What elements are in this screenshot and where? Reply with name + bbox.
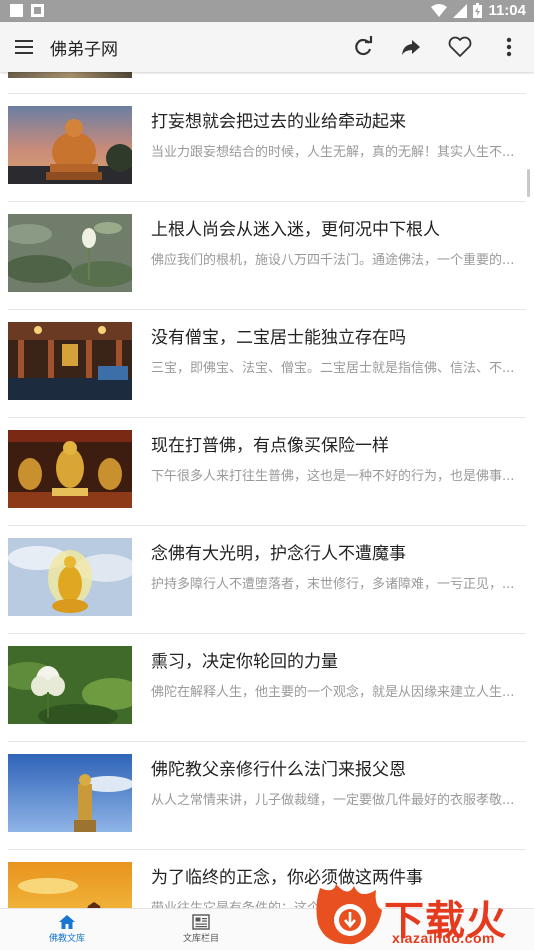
newspaper-icon [192,914,210,930]
article-item[interactable]: 熏习，决定你轮回的力量 佛陀在解释人生，他主要的一个观念，就是从因缘来建立人生.… [0,634,534,742]
watermark: 下载火 xiazaihuo.com [312,878,534,950]
wifi-icon [431,3,448,17]
article-title[interactable]: 没有僧宝，二宝居士能独立存在吗 [151,323,523,348]
status-bar: 11:04 [0,0,534,22]
article-summary: 下午很多人来打往生普佛，这也是一种不好的行为，也是佛事... [151,469,515,484]
app-title: 佛弟子网 [50,40,118,60]
article-summary: 从人之常情来讲，儿子做裁缝，一定要做几件最好的衣服孝敬... [151,793,515,808]
article-title[interactable]: 念佛有大光明，护念行人不遭魔事 [151,539,523,564]
article-thumbnail[interactable] [8,538,132,616]
nav-item-library[interactable]: 佛教文库 [2,909,132,950]
article-thumbnail[interactable] [8,322,132,400]
article-title[interactable]: 佛陀教父亲修行什么法门来报父恩 [151,755,523,780]
app-bar: 佛弟子网 [0,22,534,72]
nav-label: 佛教文库 [48,934,85,944]
article-summary: 三宝，即佛宝、法宝、僧宝。二宝居士就是指信佛、信法、不... [151,361,515,376]
article-thumbnail[interactable] [8,72,132,78]
article-title[interactable]: 熏习，决定你轮回的力量 [151,647,523,672]
more-vertical-icon[interactable] [496,34,522,60]
share-icon[interactable] [398,34,424,60]
article-title[interactable]: 上根人尚会从迷入迷，更何况中下根人 [151,215,523,240]
heart-icon[interactable] [446,34,474,60]
article-thumbnail[interactable] [8,862,132,908]
article-summary: 佛应我们的根机，施设八万四千法门。通途佛法，一个重要的... [151,253,515,268]
article-thumbnail[interactable] [8,106,132,184]
notification-icon [10,4,23,17]
article-summary: 当业力跟妄想结合的时候，人生无解，真的无解！其实人生不... [151,145,515,160]
article-item[interactable]: 念佛有大光明，护念行人不遭魔事 护持多障行人不遭堕落者，末世修行，多诸障难，一亏… [0,526,534,634]
watermark-logo-icon [316,884,382,945]
article-thumbnail[interactable] [8,214,132,292]
nav-label: 文库栏目 [182,934,219,944]
article-thumbnail[interactable] [8,646,132,724]
refresh-icon[interactable] [350,34,376,60]
article-thumbnail[interactable] [8,430,132,508]
nav-item-columns[interactable]: 文库栏目 [136,909,266,950]
article-list[interactable]: 打妄想就会把过去的业给牵动起来 当业力跟妄想结合的时候，人生无解，真的无解！其实… [0,72,534,908]
status-time: 11:04 [488,2,526,19]
article-summary: 佛陀在解释人生，他主要的一个观念，就是从因缘来建立人生... [151,685,515,700]
article-thumbnail[interactable] [8,754,132,832]
article-item[interactable]: 打妄想就会把过去的业给牵动起来 当业力跟妄想结合的时候，人生无解，真的无解！其实… [0,94,534,202]
app-notification-icon [31,4,44,17]
home-icon [59,915,75,929]
article-title[interactable]: 打妄想就会把过去的业给牵动起来 [151,107,523,132]
watermark-url: xiazaihuo.com [392,930,495,946]
article-item[interactable]: 没有僧宝，二宝居士能独立存在吗 三宝，即佛宝、法宝、僧宝。二宝居士就是指信佛、信… [0,310,534,418]
article-item[interactable]: 现在打普佛，有点像买保险一样 下午很多人来打往生普佛，这也是一种不好的行为，也是… [0,418,534,526]
scrollbar[interactable] [527,169,530,197]
article-item[interactable]: 上根人尚会从迷入迷，更何况中下根人 佛应我们的根机，施设八万四千法门。通途佛法，… [0,202,534,310]
article-title[interactable]: 现在打普佛，有点像买保险一样 [151,431,523,456]
article-item[interactable]: 佛陀教父亲修行什么法门来报父恩 从人之常情来讲，儿子做裁缝，一定要做几件最好的衣… [0,742,534,850]
signal-icon [453,3,468,18]
article-summary: 护持多障行人不遭堕落者，末世修行，多诸障难，一亏正见，... [151,577,515,592]
battery-icon [473,3,483,18]
menu-icon[interactable] [14,36,36,58]
